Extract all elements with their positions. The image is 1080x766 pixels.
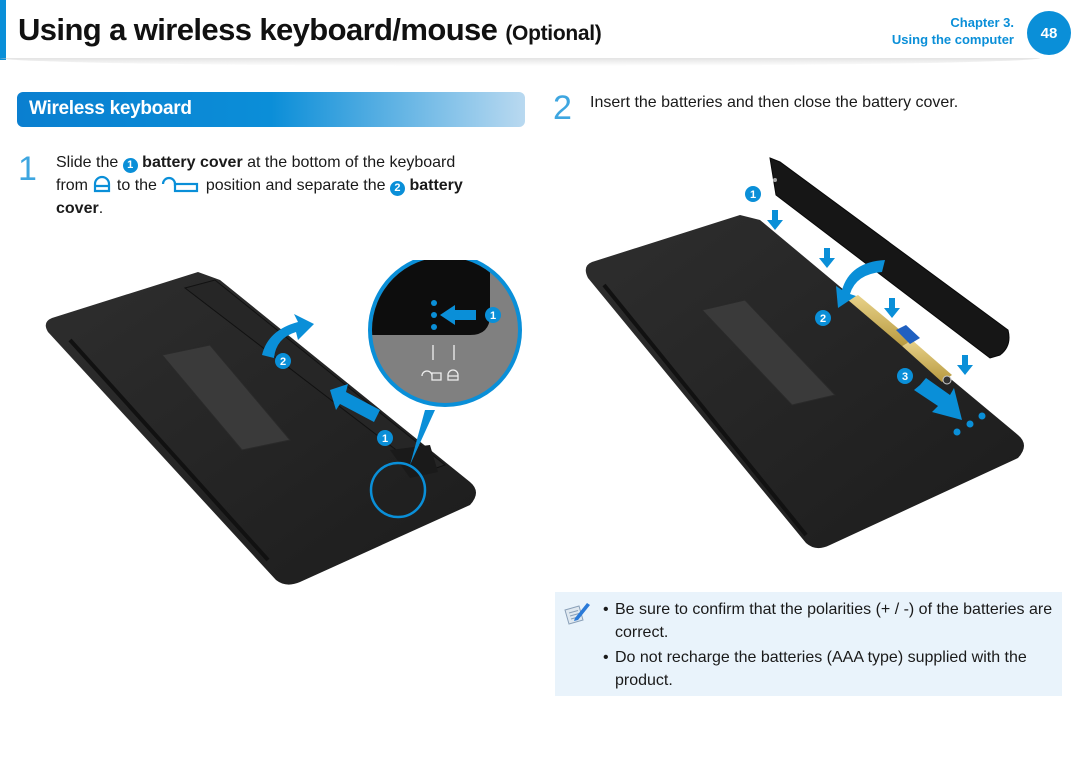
- text: at the bottom of the keyboard: [247, 154, 456, 171]
- zoom-detail-view: 1: [368, 260, 522, 407]
- note-box: • Be sure to confirm that the polarities…: [555, 592, 1062, 696]
- page-title-suffix: (Optional): [505, 22, 602, 45]
- bullet: •: [603, 649, 609, 666]
- chapter-label: Chapter 3. Using the computer: [892, 14, 1014, 48]
- section-title: Wireless keyboard: [29, 98, 192, 119]
- step-1-text: Slide the 1 battery cover at the bottom …: [56, 151, 516, 220]
- svg-text:1: 1: [750, 189, 756, 201]
- svg-text:3: 3: [902, 371, 908, 383]
- callout-1-badge: 1: [122, 158, 138, 173]
- callout-2-badge: 2: [389, 181, 405, 196]
- step-1-number: 1: [18, 150, 37, 188]
- note-item: • Be sure to confirm that the polarities…: [603, 598, 1055, 644]
- header-accent-bar: [0, 0, 6, 60]
- svg-text:1: 1: [490, 310, 496, 322]
- page-title: Using a wireless keyboard/mouse (Optiona…: [18, 12, 602, 48]
- note-item: • Do not recharge the batteries (AAA typ…: [603, 646, 1055, 692]
- down-arrow-icon: [957, 355, 973, 375]
- header-divider: [0, 58, 1040, 66]
- unlocked-icon: [162, 176, 199, 193]
- locked-icon: [94, 175, 111, 193]
- chapter-number: Chapter 3.: [950, 15, 1014, 30]
- text: Slide the: [56, 154, 119, 171]
- svg-text:2: 2: [820, 313, 826, 325]
- svg-text:2: 2: [280, 356, 286, 368]
- step-1-illustration: 1 2 1: [45, 260, 522, 585]
- chapter-title: Using the computer: [891, 32, 1014, 47]
- down-arrow-icon: [819, 248, 835, 268]
- note-pencil-icon: [564, 603, 590, 625]
- page-title-main: Using a wireless keyboard/mouse: [18, 12, 498, 47]
- page-number-badge: 48: [1027, 11, 1071, 55]
- step-2-illustration: 1 2 3: [585, 157, 1024, 549]
- text: to the: [116, 177, 157, 194]
- section-header: Wireless keyboard: [17, 92, 525, 127]
- svg-text:1: 1: [382, 433, 388, 445]
- note-text: Do not recharge the batteries (AAA type)…: [615, 649, 1027, 689]
- down-arrow-icon: [884, 298, 900, 318]
- step-2-number: 2: [553, 89, 572, 127]
- text: from: [56, 177, 88, 194]
- down-arrow-icon: [767, 210, 783, 230]
- bullet: •: [603, 601, 609, 618]
- step-2-text: Insert the batteries and then close the …: [590, 94, 959, 111]
- text: .: [98, 200, 104, 217]
- text: position and separate the: [205, 177, 386, 194]
- bold-text: battery cover: [142, 154, 243, 171]
- bold-text: battery: [409, 177, 463, 194]
- bold-text: cover: [56, 200, 99, 217]
- note-text: Be sure to confirm that the polarities (…: [615, 601, 1053, 641]
